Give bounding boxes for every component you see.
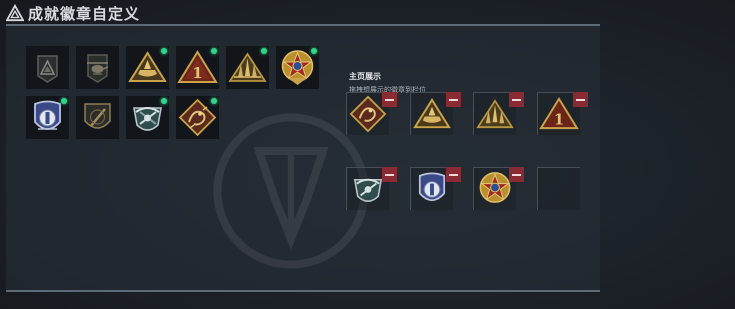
minus-icon bbox=[512, 173, 521, 176]
badge-number: 1 bbox=[554, 111, 564, 128]
page-title: 成就徽章自定义 bbox=[28, 4, 141, 23]
page-header: 成就徽章自定义 bbox=[6, 3, 140, 23]
minus-icon bbox=[385, 98, 394, 101]
minus-icon bbox=[449, 98, 458, 101]
collection-badge-5[interactable] bbox=[226, 46, 269, 89]
remove-badge-button[interactable] bbox=[509, 167, 524, 182]
minus-icon bbox=[385, 173, 394, 176]
collection-badge-8[interactable] bbox=[76, 96, 119, 139]
display-slot-3[interactable] bbox=[473, 92, 524, 135]
remove-badge-button[interactable] bbox=[446, 167, 461, 182]
minus-icon bbox=[576, 98, 585, 101]
minus-icon bbox=[512, 98, 521, 101]
showcase-title: 主页展示 bbox=[349, 72, 381, 81]
new-indicator bbox=[161, 98, 167, 104]
collection-badge-1[interactable] bbox=[26, 46, 69, 89]
display-slot-4[interactable]: 1 bbox=[537, 92, 588, 135]
triangle-mountain-badge-icon bbox=[37, 55, 58, 83]
collection-badge-10[interactable] bbox=[176, 96, 219, 139]
remove-badge-button[interactable] bbox=[382, 92, 397, 107]
remove-badge-button[interactable] bbox=[446, 92, 461, 107]
display-slot-2[interactable] bbox=[410, 92, 461, 135]
collection-badge-7[interactable] bbox=[26, 96, 69, 139]
badge-customization-panel: 1 主页展示 拖拽想展示的徽章到栏位 1 bbox=[6, 24, 600, 292]
new-indicator bbox=[211, 48, 217, 54]
new-indicator bbox=[161, 48, 167, 54]
display-slot-8-empty[interactable] bbox=[537, 167, 580, 210]
display-slot-1[interactable] bbox=[346, 92, 397, 135]
helicopter-badge-icon bbox=[87, 54, 109, 83]
display-slot-5[interactable] bbox=[346, 167, 397, 210]
new-indicator bbox=[311, 48, 317, 54]
collection-badge-3[interactable] bbox=[126, 46, 169, 89]
new-indicator bbox=[211, 98, 217, 104]
collection-badge-6[interactable] bbox=[276, 46, 319, 89]
shield-blade-badge-icon bbox=[84, 103, 111, 129]
collection-badge-9[interactable] bbox=[126, 96, 169, 139]
collection-badge-4[interactable]: 1 bbox=[176, 46, 219, 89]
badge-number: 1 bbox=[192, 64, 202, 82]
remove-badge-button[interactable] bbox=[573, 92, 588, 107]
triangle-logo-icon bbox=[6, 4, 24, 22]
display-slot-7[interactable] bbox=[473, 167, 524, 210]
new-indicator bbox=[61, 98, 67, 104]
remove-badge-button[interactable] bbox=[509, 92, 524, 107]
remove-badge-button[interactable] bbox=[382, 167, 397, 182]
collection-badge-2[interactable] bbox=[76, 46, 119, 89]
display-slot-6[interactable] bbox=[410, 167, 461, 210]
minus-icon bbox=[449, 173, 458, 176]
new-indicator bbox=[261, 48, 267, 54]
